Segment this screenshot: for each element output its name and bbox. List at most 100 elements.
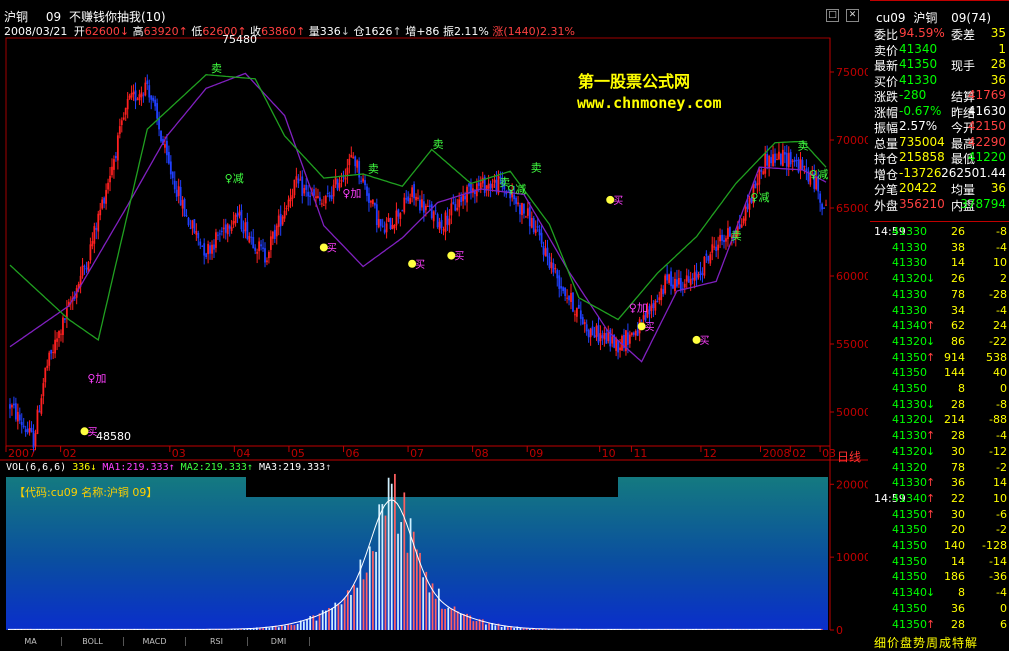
volume-bar bbox=[366, 573, 368, 630]
quote-panel: cu09 沪铜 09(74) 委比94.59%委差35卖价413401最新413… bbox=[870, 0, 1009, 646]
candle-body bbox=[107, 183, 109, 190]
indicator-tab-dmi[interactable]: DMI bbox=[248, 637, 310, 646]
candle-body bbox=[409, 198, 411, 204]
quote-row: 买价4133036 bbox=[872, 73, 1008, 90]
candle-body bbox=[272, 232, 274, 239]
tick-oi-change: 14 bbox=[993, 476, 1007, 489]
quote-key: 最新 bbox=[874, 57, 898, 74]
candle-body bbox=[745, 207, 747, 221]
candle-body bbox=[135, 90, 137, 101]
volume-bar bbox=[821, 629, 823, 630]
indicator-tab-rsi[interactable]: RSI bbox=[186, 637, 248, 646]
indicator-tab-boll[interactable]: BOLL bbox=[62, 637, 124, 646]
volume-bar bbox=[237, 629, 239, 630]
candle-body bbox=[354, 156, 356, 166]
quote-value: 215858 bbox=[899, 150, 945, 164]
volume-label: 量 bbox=[309, 25, 320, 38]
candle-body bbox=[29, 428, 31, 433]
candle-body bbox=[62, 318, 64, 335]
down-arrow-icon: ↓ bbox=[90, 462, 96, 473]
panel-bottom-tabs[interactable]: 细价盘势周成特解 bbox=[874, 634, 978, 651]
quote-value: 20422 bbox=[899, 181, 937, 195]
volume-bar bbox=[262, 628, 264, 630]
indicator-tab-ma[interactable]: MA bbox=[0, 637, 62, 646]
candle-body bbox=[217, 235, 219, 236]
candle-body bbox=[321, 203, 323, 204]
tick-volume: 78 bbox=[951, 288, 965, 301]
candle-body bbox=[401, 210, 403, 211]
candle-body bbox=[295, 176, 297, 179]
tick-row: 41330↓28-8 bbox=[870, 398, 1009, 414]
candle-body bbox=[431, 204, 433, 218]
tick-volume: 78 bbox=[951, 461, 965, 474]
sell-signal-label: 卖 bbox=[211, 62, 222, 75]
candle-body bbox=[584, 322, 586, 324]
tick-oi-change: 40 bbox=[993, 366, 1007, 379]
down-arrow-icon: ↓ bbox=[926, 335, 935, 348]
quote-key: 现手 bbox=[951, 57, 975, 74]
candle-body bbox=[723, 240, 725, 242]
quote-key: 委比 bbox=[874, 26, 898, 43]
volume-mask bbox=[246, 477, 618, 497]
quote-key: 涨帽 bbox=[874, 104, 898, 121]
up-arrow-icon: ↑ bbox=[926, 429, 935, 442]
candle-body bbox=[364, 180, 366, 185]
tick-price: 41330 bbox=[892, 398, 927, 411]
tick-oi-change: -36 bbox=[989, 570, 1007, 583]
open-label: 开 bbox=[74, 25, 85, 38]
vol-ma2: MA2:219.333 bbox=[181, 462, 247, 473]
tick-price: 41350 bbox=[892, 523, 927, 536]
candle-body bbox=[262, 248, 264, 249]
candle-body bbox=[576, 308, 578, 317]
restore-window-button[interactable]: □ bbox=[826, 9, 839, 22]
candle-body bbox=[490, 184, 492, 189]
close-window-button[interactable]: ✕ bbox=[846, 9, 859, 22]
candle-body bbox=[702, 273, 704, 274]
candle-body bbox=[558, 275, 560, 289]
candle-body bbox=[766, 154, 768, 166]
candle-body bbox=[11, 405, 13, 407]
candle-body bbox=[150, 96, 152, 100]
candle-body bbox=[258, 241, 260, 251]
candle-body bbox=[17, 412, 19, 422]
tick-row: 4135080 bbox=[870, 382, 1009, 398]
volume-bar bbox=[341, 604, 343, 630]
candle-body bbox=[523, 203, 525, 213]
candle-body bbox=[786, 153, 788, 167]
candle-body bbox=[607, 332, 609, 341]
volume-bar bbox=[397, 534, 399, 630]
candle-body bbox=[127, 99, 129, 109]
candle-body bbox=[462, 195, 464, 201]
candle-body bbox=[37, 410, 39, 434]
tick-price: 41330 bbox=[892, 429, 927, 442]
tick-oi-change: -88 bbox=[989, 413, 1007, 426]
volume-tick-label: 0 bbox=[836, 624, 843, 637]
quote-value: 36 bbox=[991, 181, 1006, 195]
candle-body bbox=[237, 213, 239, 217]
candle-body bbox=[186, 215, 188, 216]
time-tick-label: 02 bbox=[792, 447, 806, 460]
candle-body bbox=[105, 190, 107, 204]
candle-body bbox=[103, 198, 105, 204]
contract-label: 09 bbox=[46, 10, 61, 24]
symbol-name: 沪铜 bbox=[4, 10, 28, 24]
candle-body bbox=[54, 340, 56, 354]
tick-volume: 186 bbox=[944, 570, 965, 583]
candle-body bbox=[694, 272, 696, 281]
candle-body bbox=[756, 183, 758, 185]
cycle-label[interactable]: 日线 bbox=[837, 448, 861, 465]
candle-body bbox=[635, 331, 637, 336]
indicator-tab-macd[interactable]: MACD bbox=[124, 637, 186, 646]
bar-date: 2008/03/21 bbox=[4, 25, 67, 38]
low-label: 低 bbox=[191, 25, 202, 38]
up-arrow-icon: ↑ bbox=[169, 462, 175, 473]
down-arrow-icon: ↓ bbox=[926, 398, 935, 411]
candle-body bbox=[719, 235, 721, 241]
candle-body bbox=[596, 326, 598, 337]
candle-body bbox=[660, 288, 662, 300]
candle-body bbox=[456, 208, 458, 210]
candle-body bbox=[131, 93, 133, 97]
tick-volume: 26 bbox=[951, 225, 965, 238]
candle-body bbox=[539, 229, 541, 235]
candle-body bbox=[399, 213, 401, 219]
